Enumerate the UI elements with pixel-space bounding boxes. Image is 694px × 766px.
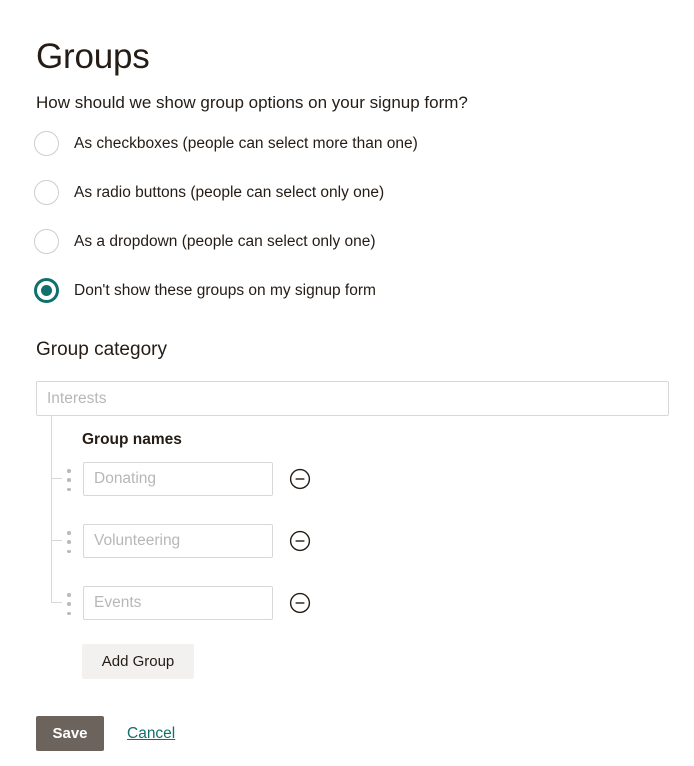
display-option-radio-group: As checkboxes (people can select more th… (34, 131, 654, 327)
radio-icon (34, 180, 59, 205)
radio-icon (34, 131, 59, 156)
page-title: Groups (36, 37, 150, 77)
group-name-rows (36, 462, 676, 648)
group-category-section-title: Group category (36, 339, 167, 360)
group-name-input[interactable] (83, 462, 273, 496)
group-category-input[interactable] (36, 381, 669, 416)
radio-option-radio-buttons[interactable]: As radio buttons (people can select only… (34, 180, 654, 229)
remove-group-button[interactable] (288, 467, 312, 491)
group-name-input[interactable] (83, 586, 273, 620)
tree-branch-line (51, 478, 62, 479)
group-name-row (36, 524, 676, 586)
save-button[interactable]: Save (36, 716, 104, 751)
add-group-button[interactable]: Add Group (82, 644, 194, 679)
minus-circle-icon (289, 592, 311, 614)
minus-circle-icon (289, 530, 311, 552)
radio-option-checkboxes[interactable]: As checkboxes (people can select more th… (34, 131, 654, 180)
group-name-row (36, 586, 676, 648)
minus-circle-icon (289, 468, 311, 490)
group-names-tree: Group names (36, 416, 676, 636)
group-name-row (36, 462, 676, 524)
radio-option-label: As radio buttons (people can select only… (74, 184, 385, 201)
drag-dots-icon[interactable] (64, 593, 74, 615)
radio-option-dont-show[interactable]: Don't show these groups on my signup for… (34, 278, 654, 327)
group-names-heading: Group names (82, 431, 182, 448)
cancel-link[interactable]: Cancel (127, 724, 175, 744)
radio-option-label: Don't show these groups on my signup for… (74, 282, 376, 299)
radio-icon (34, 229, 59, 254)
remove-group-button[interactable] (288, 591, 312, 615)
drag-dots-icon[interactable] (64, 531, 74, 553)
groups-settings-page: Groups How should we show group options … (0, 0, 694, 766)
tree-branch-line (51, 540, 62, 541)
display-question-prompt: How should we show group options on your… (36, 93, 468, 112)
radio-selected-icon (34, 278, 59, 303)
drag-dots-icon[interactable] (64, 469, 74, 491)
radio-option-label: As a dropdown (people can select only on… (74, 233, 376, 250)
remove-group-button[interactable] (288, 529, 312, 553)
radio-option-label: As checkboxes (people can select more th… (74, 135, 418, 152)
tree-branch-line (51, 602, 62, 603)
radio-option-dropdown[interactable]: As a dropdown (people can select only on… (34, 229, 654, 278)
group-name-input[interactable] (83, 524, 273, 558)
